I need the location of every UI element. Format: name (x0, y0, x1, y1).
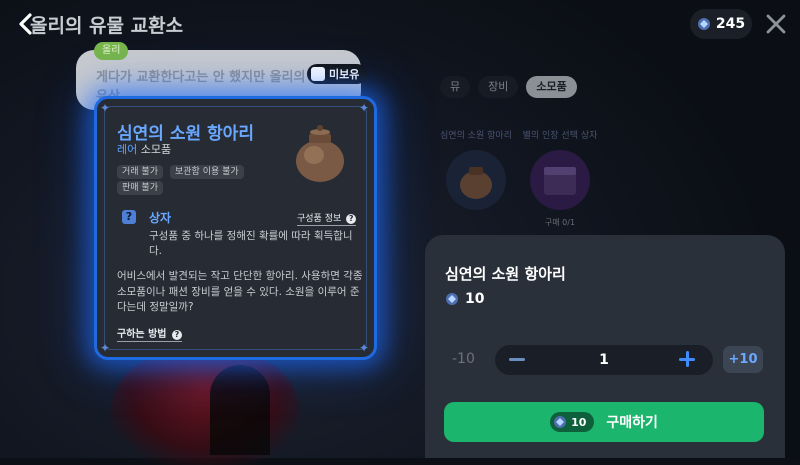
quantity-stepper: 1 (495, 345, 713, 375)
unit-price: 10 (445, 291, 484, 307)
star-seal-box-icon (530, 150, 590, 210)
bag-icon (311, 67, 325, 81)
category-tabs: 뮤 장비 소모품 (440, 76, 577, 98)
gem-currency-icon (446, 293, 458, 305)
corner-ornament-icon: ✦ (359, 101, 370, 115)
pot-item-icon (296, 125, 344, 182)
npc-name-tag: 올리 (94, 42, 129, 60)
contents-info-link[interactable]: 구성품 정보 ? (297, 211, 357, 226)
increase-button[interactable] (679, 351, 695, 367)
buy-button-label: 구매하기 (606, 415, 658, 431)
tag-no-storage: 보관함 이용 불가 (170, 165, 244, 179)
shop-item-limit: 구매 0/1 (544, 218, 576, 227)
not-owned-badge: 미보유 (307, 64, 368, 84)
plus-10-button[interactable]: +10 (723, 346, 763, 373)
pot-thumbnail-icon (446, 150, 506, 210)
minus-10-button[interactable]: -10 (452, 351, 475, 367)
gem-currency-icon (697, 18, 710, 30)
owned-label: 미보유 (329, 68, 360, 81)
page-title: 올리의 유물 교환소 (30, 15, 184, 37)
tag-unsellable: 판매 불가 (117, 181, 163, 195)
close-button[interactable] (764, 12, 788, 36)
box-section-icon: ? (122, 210, 136, 224)
currency-amount: 245 (715, 16, 746, 32)
shop-item-card[interactable]: 별의 인장 선택 상자 구매 0/1 (520, 128, 600, 228)
contents-info-label: 구성품 정보 (297, 214, 342, 224)
total-cost-pill: 10 (550, 412, 595, 432)
tag-untradeable: 거래 불가 (117, 165, 163, 179)
item-grade: 레어 (117, 143, 138, 156)
npc-character-silhouette (110, 355, 300, 465)
item-tooltip: ✦ ✦ ✦ ✦ 심연의 소원 항아리 레어 소모품 거래 불가 보관함 이용 불… (94, 96, 377, 360)
how-to-obtain-link[interactable]: 구하는 방법 ? (117, 325, 182, 342)
npc-character-shadow (210, 365, 270, 455)
section-description: 구성품 중 하나를 정해진 확률에 따라 획득합니다. (149, 230, 353, 257)
corner-ornament-icon: ✦ (359, 341, 370, 355)
question-icon: ? (346, 214, 357, 224)
currency-display: 245 (690, 9, 752, 39)
section-title: 상자 (149, 211, 172, 225)
corner-ornament-icon: ✦ (100, 101, 111, 115)
tab-consumables[interactable]: 소모품 (526, 76, 577, 98)
shop-item-card[interactable]: 심연의 소원 항아리 (436, 128, 516, 217)
tab-mu[interactable]: 뮤 (440, 76, 471, 98)
item-flavor-text: 어비스에서 발견되는 작고 단단한 항아리. 사용하면 각종 소모품이나 패션 … (117, 270, 363, 313)
shop-item-name: 별의 인장 선택 상자 (522, 131, 598, 141)
purchase-panel: 심연의 소원 항아리 10 -10 1 +10 10 구매하기 (425, 235, 785, 458)
item-category: 소모품 (140, 143, 172, 156)
tab-equipment[interactable]: 장비 (478, 76, 519, 98)
unit-price-value: 10 (465, 291, 485, 307)
item-grade-line: 레어 소모품 (117, 141, 171, 157)
shop-item-name: 심연의 소원 항아리 (440, 131, 512, 141)
corner-ornament-icon: ✦ (100, 341, 111, 355)
gem-currency-icon (554, 416, 567, 428)
total-cost-value: 10 (571, 415, 587, 429)
question-icon: ? (171, 330, 182, 340)
purchase-item-name: 심연의 소원 항아리 (445, 265, 566, 283)
buy-button[interactable]: 10 구매하기 (444, 402, 764, 442)
close-icon (766, 14, 786, 34)
how-to-obtain-label: 구하는 방법 (117, 329, 167, 340)
